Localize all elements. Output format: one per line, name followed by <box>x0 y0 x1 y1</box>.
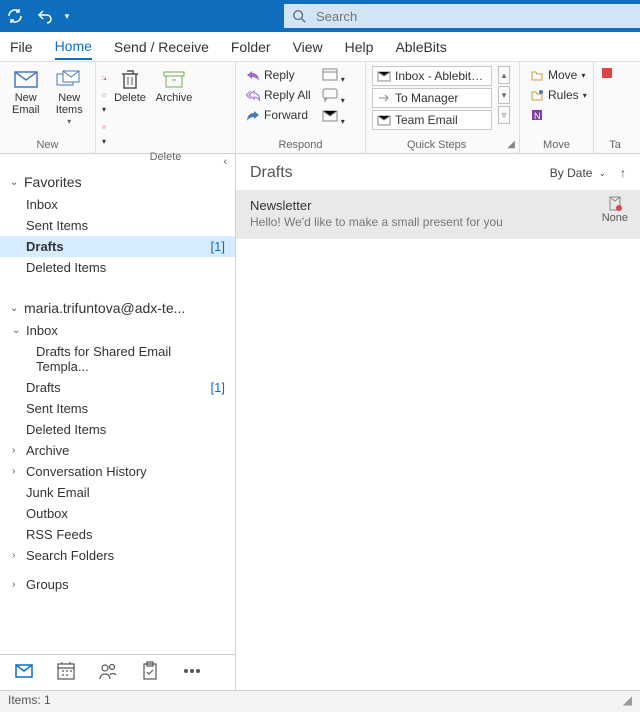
quickstep-3[interactable]: Team Email <box>372 110 492 130</box>
fav-inbox[interactable]: Inbox <box>0 194 235 215</box>
status-bar: Items: 1 ◢ <box>0 690 640 712</box>
reply-button[interactable]: Reply <box>242 66 315 84</box>
new-email-label: New Email <box>12 92 40 116</box>
status-items: Items: 1 <box>8 693 51 710</box>
acc-sent-items[interactable]: Sent Items <box>0 398 235 419</box>
acc-deleted-items[interactable]: Deleted Items <box>0 419 235 440</box>
ribbon-group-move: Move <box>520 139 593 153</box>
message-category[interactable]: None <box>602 196 628 224</box>
new-items-button[interactable]: New Items ▾ <box>50 66 90 127</box>
archive-label: Archive <box>156 92 193 104</box>
im-icon[interactable]: ▾ <box>321 87 345 106</box>
favorites-section[interactable]: ⌄Favorites <box>0 170 235 194</box>
collapse-nav-icon[interactable]: ‹ <box>0 154 235 170</box>
acc-rss-feeds[interactable]: RSS Feeds <box>0 524 235 545</box>
fav-deleted-items[interactable]: Deleted Items <box>0 257 235 278</box>
ribbon-group-new: New <box>0 139 95 153</box>
cleanup-icon[interactable]: ▾ <box>102 85 106 115</box>
archive-button[interactable]: Archive <box>154 66 194 104</box>
acc-outbox[interactable]: Outbox <box>0 503 235 524</box>
svg-text:N: N <box>534 111 541 121</box>
quickstep-down[interactable]: ▾ <box>498 86 510 104</box>
acc-archive[interactable]: ›Archive <box>0 440 235 461</box>
nav-tasks-icon[interactable] <box>140 661 160 684</box>
search-box[interactable] <box>284 4 640 28</box>
search-input[interactable] <box>316 9 632 24</box>
move-button[interactable]: Move▾ <box>526 66 591 84</box>
search-icon <box>292 9 306 23</box>
menu-help[interactable]: Help <box>345 35 374 59</box>
nav-more-icon[interactable] <box>182 661 202 684</box>
quickstep-1[interactable]: Inbox - Ablebits... <box>372 66 492 86</box>
acc-junk-email[interactable]: Junk Email <box>0 482 235 503</box>
message-preview: Hello! We'd like to make a small present… <box>250 215 626 229</box>
forward-button[interactable]: Forward <box>242 106 315 124</box>
reply-all-button[interactable]: Reply All <box>242 86 315 104</box>
acc-search-folders[interactable]: ›Search Folders <box>0 545 235 566</box>
nav-bar <box>0 654 235 690</box>
message-list-pane: Drafts By Date⌄↑ Newsletter Hello! We'd … <box>236 154 640 690</box>
ribbon-group-quicksteps: Quick Steps <box>366 139 507 153</box>
menu-bar: File Home Send / Receive Folder View Hel… <box>0 32 640 62</box>
more-respond-icon[interactable]: ▾ <box>321 108 345 127</box>
ignore-icon[interactable] <box>102 68 106 83</box>
rules-button[interactable]: Rules▾ <box>526 86 591 104</box>
junk-icon[interactable]: ▾ <box>102 117 106 147</box>
meeting-icon[interactable]: ▾ <box>321 66 345 85</box>
onenote-button[interactable]: N <box>526 106 591 124</box>
qat-dropdown-icon[interactable]: ▾ <box>60 0 74 32</box>
quickstep-more[interactable]: ▿ <box>498 106 510 124</box>
delete-label: Delete <box>114 92 146 104</box>
navigation-pane: ‹ ⌄Favorites Inbox Sent Items Drafts[1] … <box>0 154 236 690</box>
message-item[interactable]: Newsletter Hello! We'd like to make a sm… <box>236 190 640 239</box>
quicksteps-launcher[interactable]: ◢ <box>507 139 519 153</box>
menu-folder[interactable]: Folder <box>231 35 271 59</box>
acc-groups[interactable]: ›Groups <box>0 574 235 595</box>
menu-send-receive[interactable]: Send / Receive <box>114 35 209 59</box>
acc-inbox[interactable]: ⌄Inbox <box>0 320 235 341</box>
fav-sent-items[interactable]: Sent Items <box>0 215 235 236</box>
ribbon: New Email New Items ▾ New ▾ ▾ Delete Ar <box>0 62 640 154</box>
menu-view[interactable]: View <box>293 35 323 59</box>
content-area: ‹ ⌄Favorites Inbox Sent Items Drafts[1] … <box>0 154 640 690</box>
resize-grip-icon[interactable]: ◢ <box>623 693 632 710</box>
quickstep-up[interactable]: ▴ <box>498 66 510 84</box>
account-section[interactable]: ⌄maria.trifuntova@adx-te... <box>0 296 235 320</box>
acc-drafts[interactable]: Drafts[1] <box>0 377 235 398</box>
fav-drafts[interactable]: Drafts[1] <box>0 236 235 257</box>
menu-file[interactable]: File <box>10 35 33 59</box>
nav-mail-icon[interactable] <box>14 661 34 684</box>
sort-by[interactable]: By Date⌄↑ <box>550 166 626 180</box>
new-email-button[interactable]: New Email <box>6 66 46 116</box>
new-items-label: New Items <box>56 92 83 116</box>
ribbon-group-respond: Respond <box>236 139 365 153</box>
acc-shared-drafts[interactable]: Drafts for Shared Email Templa... <box>0 341 235 377</box>
delete-button[interactable]: Delete <box>110 66 150 104</box>
acc-conversation-history[interactable]: ›Conversation History <box>0 461 235 482</box>
sync-icon[interactable] <box>0 0 30 32</box>
category-icon[interactable] <box>600 66 616 85</box>
ribbon-group-tags: Ta <box>594 139 636 153</box>
title-bar: ▾ <box>0 0 640 32</box>
undo-icon[interactable] <box>30 0 60 32</box>
nav-calendar-icon[interactable] <box>56 661 76 684</box>
message-subject: Newsletter <box>250 198 626 213</box>
menu-home[interactable]: Home <box>55 34 92 60</box>
menu-ablebits[interactable]: AbleBits <box>395 35 446 59</box>
nav-people-icon[interactable] <box>98 661 118 684</box>
list-title: Drafts <box>250 164 550 182</box>
quickstep-2[interactable]: To Manager <box>372 88 492 108</box>
